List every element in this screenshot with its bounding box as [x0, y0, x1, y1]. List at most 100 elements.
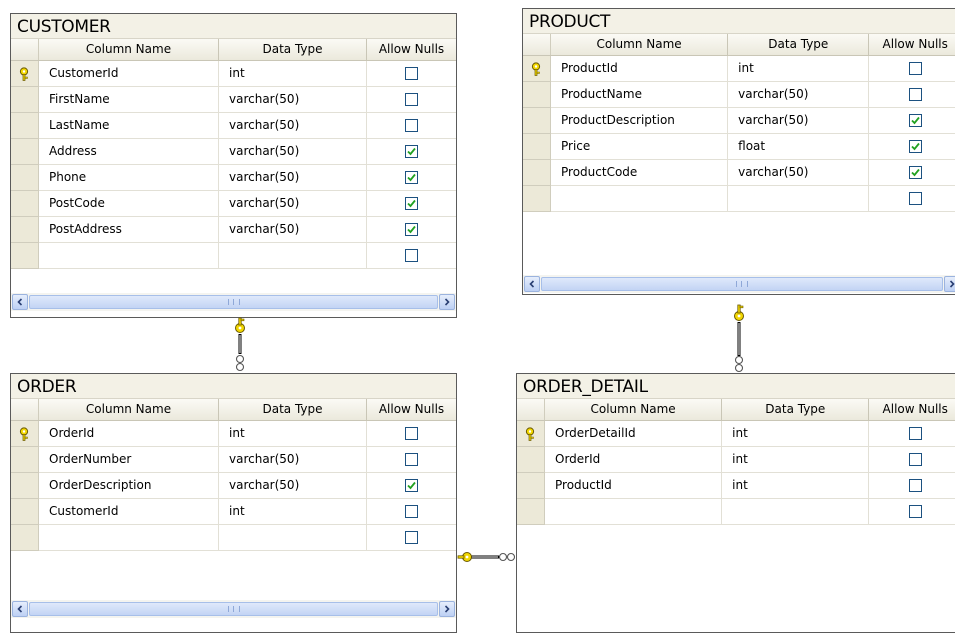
allow-nulls-checkbox[interactable] — [908, 62, 922, 75]
table-row[interactable]: CustomerId int — [11, 499, 456, 525]
column-name-cell[interactable]: ProductDescription — [551, 108, 729, 134]
allow-nulls-checkbox[interactable] — [405, 119, 418, 132]
row-selector[interactable] — [517, 421, 545, 447]
data-type-cell[interactable] — [722, 499, 870, 525]
row-selector[interactable] — [11, 113, 39, 139]
column-name-cell[interactable] — [39, 525, 219, 551]
column-name-cell[interactable]: ProductName — [551, 82, 729, 108]
row-selector[interactable] — [523, 108, 551, 134]
table-row[interactable] — [11, 243, 456, 269]
column-name-cell[interactable]: OrderId — [39, 421, 219, 447]
table-row[interactable]: OrderNumber varchar(50) — [11, 447, 456, 473]
column-name-cell[interactable]: Phone — [39, 165, 219, 191]
data-type-cell[interactable]: int — [219, 421, 367, 447]
data-type-cell[interactable]: varchar(50) — [219, 447, 367, 473]
scroll-right-button[interactable] — [439, 294, 455, 310]
table-row[interactable]: PostAddress varchar(50) — [11, 217, 456, 243]
table-title[interactable]: ORDER — [11, 374, 456, 399]
allow-nulls-checkbox[interactable] — [908, 479, 922, 492]
data-type-cell[interactable]: varchar(50) — [728, 82, 870, 108]
allow-nulls-checkbox[interactable] — [405, 427, 418, 440]
data-type-cell[interactable] — [219, 525, 367, 551]
row-selector[interactable] — [11, 139, 39, 165]
table-row[interactable]: OrderId int — [11, 421, 456, 447]
row-selector[interactable] — [11, 61, 39, 87]
scroll-thumb[interactable] — [541, 277, 943, 291]
table-row[interactable]: OrderDescription varchar(50) — [11, 473, 456, 499]
column-name-cell[interactable]: FirstName — [39, 87, 219, 113]
data-type-cell[interactable]: int — [722, 421, 870, 447]
data-type-cell[interactable]: varchar(50) — [219, 191, 367, 217]
order-table[interactable]: ORDER Column Name Data Type Allow Nulls … — [10, 373, 457, 633]
relationship-customer-order[interactable] — [228, 316, 252, 374]
column-name-cell[interactable] — [39, 243, 219, 269]
row-selector[interactable] — [523, 56, 551, 82]
allow-nulls-checkbox[interactable] — [405, 531, 418, 544]
data-type-cell[interactable]: varchar(50) — [219, 113, 367, 139]
data-type-cell[interactable]: varchar(50) — [219, 217, 367, 243]
relationship-order-order-detail[interactable] — [457, 545, 517, 569]
allow-nulls-checkbox[interactable] — [405, 453, 418, 466]
data-type-cell[interactable]: varchar(50) — [219, 139, 367, 165]
data-type-cell[interactable] — [728, 186, 870, 212]
column-name-cell[interactable]: CustomerId — [39, 61, 219, 87]
order-detail-table[interactable]: ORDER_DETAIL Column Name Data Type Allow… — [516, 373, 955, 633]
table-row[interactable]: CustomerId int — [11, 61, 456, 87]
row-selector[interactable] — [523, 82, 551, 108]
relationship-product-order-detail[interactable] — [727, 302, 751, 374]
allow-nulls-checkbox[interactable] — [908, 114, 922, 127]
allow-nulls-checkbox[interactable] — [908, 140, 922, 153]
table-row[interactable]: OrderDetailId int — [517, 421, 955, 447]
row-selector[interactable] — [11, 525, 39, 551]
table-row[interactable]: Phone varchar(50) — [11, 165, 456, 191]
horizontal-scrollbar[interactable] — [523, 275, 955, 293]
data-type-cell[interactable]: varchar(50) — [219, 87, 367, 113]
data-type-cell[interactable]: int — [219, 499, 367, 525]
column-name-cell[interactable] — [551, 186, 729, 212]
column-name-cell[interactable]: OrderId — [545, 447, 723, 473]
table-row[interactable] — [11, 525, 456, 551]
column-name-cell[interactable]: OrderDetailId — [545, 421, 723, 447]
row-selector[interactable] — [11, 473, 39, 499]
data-type-cell[interactable] — [219, 243, 367, 269]
data-type-cell[interactable]: int — [722, 447, 870, 473]
horizontal-scrollbar[interactable] — [11, 600, 456, 618]
table-row[interactable]: ProductDescription varchar(50) — [523, 108, 955, 134]
row-selector[interactable] — [11, 421, 39, 447]
row-selector[interactable] — [11, 191, 39, 217]
column-name-cell[interactable]: Address — [39, 139, 219, 165]
column-name-cell[interactable] — [545, 499, 723, 525]
allow-nulls-checkbox[interactable] — [405, 171, 418, 184]
product-table[interactable]: PRODUCT Column Name Data Type Allow Null… — [522, 8, 955, 295]
table-row[interactable]: ProductId int — [523, 56, 955, 82]
allow-nulls-checkbox[interactable] — [405, 223, 418, 236]
scroll-left-button[interactable] — [524, 276, 540, 292]
row-selector[interactable] — [517, 473, 545, 499]
row-selector[interactable] — [11, 165, 39, 191]
scroll-thumb[interactable] — [29, 295, 438, 309]
allow-nulls-checkbox[interactable] — [405, 197, 418, 210]
column-name-cell[interactable]: OrderDescription — [39, 473, 219, 499]
row-selector[interactable] — [11, 217, 39, 243]
data-type-cell[interactable]: int — [722, 473, 870, 499]
allow-nulls-checkbox[interactable] — [405, 145, 418, 158]
table-row[interactable] — [523, 186, 955, 212]
data-type-cell[interactable]: varchar(50) — [728, 160, 870, 186]
table-row[interactable]: Price float — [523, 134, 955, 160]
scroll-left-button[interactable] — [12, 601, 28, 617]
table-title[interactable]: PRODUCT — [523, 9, 955, 34]
data-type-cell[interactable]: float — [728, 134, 870, 160]
row-selector[interactable] — [523, 186, 551, 212]
allow-nulls-checkbox[interactable] — [908, 192, 922, 205]
allow-nulls-checkbox[interactable] — [405, 93, 418, 106]
column-name-cell[interactable]: ProductCode — [551, 160, 729, 186]
allow-nulls-checkbox[interactable] — [405, 505, 418, 518]
row-selector[interactable] — [523, 134, 551, 160]
row-selector[interactable] — [517, 447, 545, 473]
table-row[interactable] — [517, 499, 955, 525]
data-type-cell[interactable]: varchar(50) — [219, 473, 367, 499]
horizontal-scrollbar[interactable] — [11, 293, 456, 311]
table-row[interactable]: OrderId int — [517, 447, 955, 473]
table-row[interactable]: ProductId int — [517, 473, 955, 499]
table-title[interactable]: CUSTOMER — [11, 14, 456, 39]
